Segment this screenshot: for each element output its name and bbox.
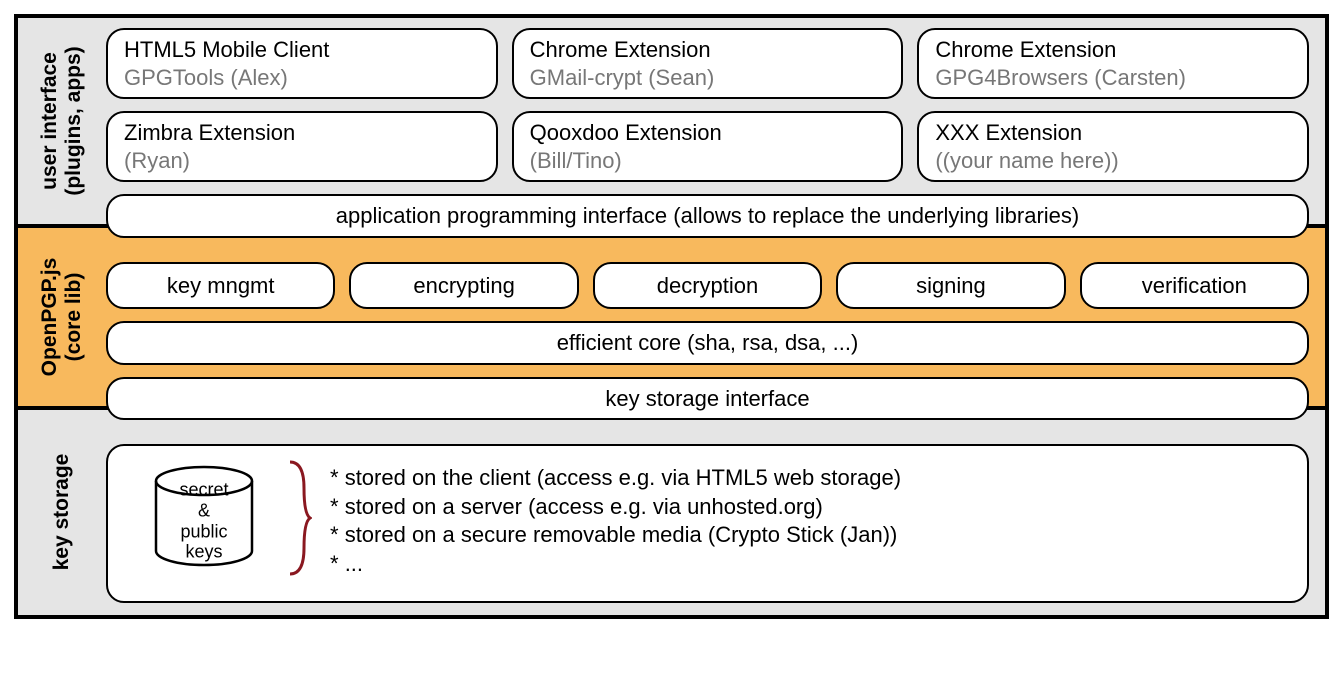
ui-row-1: HTML5 Mobile Client GPGTools (Alex) Chro… — [106, 28, 1309, 99]
ui-box-qooxdoo: Qooxdoo Extension (Bill/Tino) — [512, 111, 904, 182]
bullet-item: stored on a server (access e.g. via unho… — [330, 493, 901, 522]
box-sub: GPGTools (Alex) — [124, 64, 480, 92]
layer-core: OpenPGP.js (core lib) key mngmt encrypti… — [18, 224, 1325, 407]
core-ops-row: key mngmt encrypting decryption signing … — [106, 262, 1309, 310]
keystorage-interface-bar: key storage interface — [106, 377, 1309, 421]
layer-core-label-line2: (core lib) — [62, 272, 85, 361]
db-line2: public — [180, 521, 227, 541]
op-decryption: decryption — [593, 262, 822, 310]
keystorage-bullets: stored on the client (access e.g. via HT… — [330, 464, 901, 578]
layer-keystorage: key storage secret & public — [18, 406, 1325, 615]
brace-icon — [282, 458, 312, 585]
ui-box-zimbra: Zimbra Extension (Ryan) — [106, 111, 498, 182]
box-title: Chrome Extension — [530, 36, 886, 64]
ui-row-2: Zimbra Extension (Ryan) Qooxdoo Extensio… — [106, 111, 1309, 182]
ui-box-gpg4browsers: Chrome Extension GPG4Browsers (Carsten) — [917, 28, 1309, 99]
bullet-item: ... — [330, 550, 901, 579]
layer-core-label: OpenPGP.js (core lib) — [18, 228, 106, 407]
layer-ui-label-line1: user interface — [38, 52, 61, 190]
ui-box-gmailcrypt: Chrome Extension GMail-crypt (Sean) — [512, 28, 904, 99]
layer-keystorage-label: key storage — [18, 410, 106, 615]
box-title: Qooxdoo Extension — [530, 119, 886, 147]
layer-ui-label-line2: (plugins, apps) — [62, 46, 85, 195]
op-signing: signing — [836, 262, 1065, 310]
box-title: Zimbra Extension — [124, 119, 480, 147]
op-encrypting: encrypting — [349, 262, 578, 310]
op-keymgmt: key mngmt — [106, 262, 335, 310]
bullet-item: stored on a secure removable media (Cryp… — [330, 521, 901, 550]
box-sub: (Bill/Tino) — [530, 147, 886, 175]
box-sub: (Ryan) — [124, 147, 480, 175]
box-title: Chrome Extension — [935, 36, 1291, 64]
op-verification: verification — [1080, 262, 1309, 310]
box-sub: GPG4Browsers (Carsten) — [935, 64, 1291, 92]
box-sub: ((your name here)) — [935, 147, 1291, 175]
box-title: HTML5 Mobile Client — [124, 36, 480, 64]
ui-box-html5: HTML5 Mobile Client GPGTools (Alex) — [106, 28, 498, 99]
keystorage-box: secret & public keys stored on the clien… — [106, 444, 1309, 603]
bullet-item: stored on the client (access e.g. via HT… — [330, 464, 901, 493]
database-icon: secret & public keys — [144, 463, 264, 580]
box-sub: GMail-crypt (Sean) — [530, 64, 886, 92]
db-line1: secret & — [179, 480, 228, 521]
db-line3: keys — [185, 542, 222, 562]
layer-ui-label: user interface (plugins, apps) — [18, 18, 106, 224]
layer-core-label-line1: OpenPGP.js — [38, 257, 61, 376]
box-title: XXX Extension — [935, 119, 1291, 147]
ui-box-xxx: XXX Extension ((your name here)) — [917, 111, 1309, 182]
layer-keystorage-label-text: key storage — [50, 454, 73, 571]
layer-ui: user interface (plugins, apps) HTML5 Mob… — [18, 18, 1325, 224]
api-bar: application programming interface (allow… — [106, 194, 1309, 238]
core-bar: efficient core (sha, rsa, dsa, ...) — [106, 321, 1309, 365]
architecture-diagram: user interface (plugins, apps) HTML5 Mob… — [14, 14, 1329, 619]
